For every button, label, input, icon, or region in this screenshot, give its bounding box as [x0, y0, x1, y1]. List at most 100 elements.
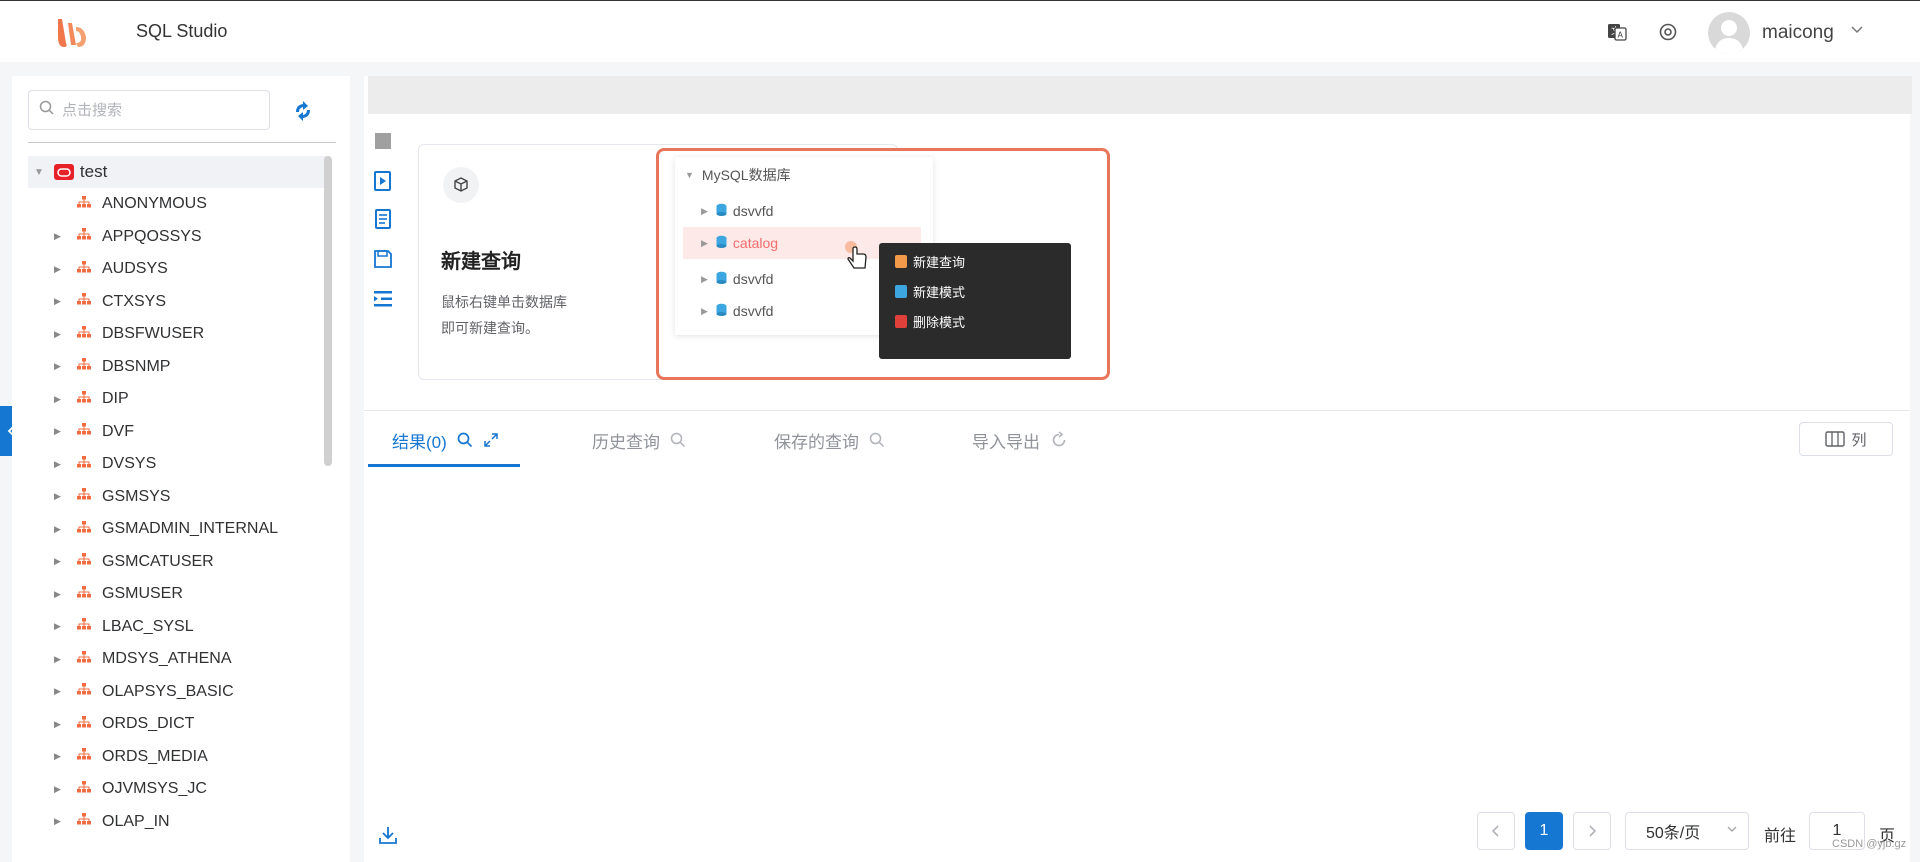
schema-icon	[76, 812, 92, 831]
caret-right-icon[interactable]: ▶	[54, 719, 64, 730]
tree-item[interactable]: ▶ APPQOSSYS	[28, 221, 328, 254]
schema-icon	[76, 390, 92, 409]
tree-item[interactable]: ▶ DVF	[28, 416, 328, 449]
caret-right-icon[interactable]: ▶	[54, 556, 64, 567]
tree-item-label: GSMADMIN_INTERNAL	[102, 520, 279, 538]
expand-icon[interactable]	[483, 432, 499, 448]
schema-icon	[76, 747, 92, 766]
tab-saved-queries[interactable]: 保存的查询	[774, 416, 885, 464]
caret-right-icon[interactable]: ▶	[54, 524, 64, 535]
caret-right-icon[interactable]: ▶	[54, 491, 64, 502]
tree-root[interactable]: ▼ test	[28, 156, 328, 188]
tree-item[interactable]: ▶ GSMCATUSER	[28, 546, 328, 579]
caret-right-icon[interactable]: ▶	[54, 394, 64, 405]
caret-right-icon[interactable]: ▶	[54, 361, 64, 372]
tree-item[interactable]: ▶ LBAC_SYSL	[28, 611, 328, 644]
page-1-button[interactable]: 1	[1525, 812, 1563, 850]
translate-icon[interactable]: 文A	[1606, 21, 1628, 43]
caret-right-icon[interactable]: ▶	[54, 784, 64, 795]
database-icon	[716, 235, 727, 251]
schema-icon	[76, 227, 92, 246]
avatar[interactable]	[1708, 12, 1750, 54]
caret-right-icon[interactable]: ▶	[54, 751, 64, 762]
next-page-button[interactable]	[1573, 812, 1611, 850]
chevron-down-icon[interactable]	[1850, 23, 1864, 40]
tree-item[interactable]: ▶ OLAP_IN	[28, 806, 328, 839]
tree-item[interactable]: ▶ CTXSYS	[28, 286, 328, 319]
tree-item[interactable]: ▶ GSMUSER	[28, 578, 328, 611]
schema-icon	[76, 617, 92, 636]
schema-icon	[76, 715, 92, 734]
tree-item[interactable]: ▶ OJVMSYS_JC	[28, 773, 328, 806]
caret-right-icon[interactable]: ▶	[54, 459, 64, 470]
tree-item[interactable]: ▶ DBSFWUSER	[28, 318, 328, 351]
search-box[interactable]	[28, 90, 270, 130]
caret-down-icon[interactable]: ▼	[34, 167, 44, 178]
schema-icon	[76, 487, 92, 506]
schema-icon	[76, 357, 92, 376]
panel-splitter[interactable]	[364, 410, 1910, 411]
tree-item[interactable]: ▶ DIP	[28, 383, 328, 416]
tree-item[interactable]: ▶ AUDSYS	[28, 253, 328, 286]
caret-right-icon[interactable]: ▶	[54, 231, 64, 242]
tree-item-label: CTXSYS	[102, 292, 167, 310]
tree-item[interactable]: ▶ DBSNMP	[28, 351, 328, 384]
tree-item-label: GSMCATUSER	[102, 552, 214, 570]
tab-import-export[interactable]: 导入导出	[972, 416, 1068, 464]
tree-item[interactable]: ▶ MDSYS_ATHENA	[28, 643, 328, 676]
refresh-icon[interactable]	[290, 98, 316, 124]
tab-results[interactable]: 结果(0)	[392, 416, 499, 464]
caret-right-icon[interactable]: ▶	[54, 686, 64, 697]
search-icon[interactable]	[457, 432, 473, 448]
scrollbar[interactable]	[324, 156, 332, 466]
caret-right-icon[interactable]: ▶	[54, 296, 64, 307]
caret-right-icon[interactable]: ▶	[54, 621, 64, 632]
sidebar: ▼ test ANONYMOUS ▶ APPQOSSYS ▶ AUDSYS ▶ CTXSYS…	[12, 76, 350, 862]
new-schema-icon	[895, 284, 907, 298]
schema-icon	[76, 260, 92, 279]
caret-right-icon[interactable]: ▶	[54, 654, 64, 665]
main-panel: 新建查询 鼠标右键单击数据库 即可新建查询。 ▼ MySQL数据库 ▶ dsvv…	[364, 76, 1912, 862]
page-size-select[interactable]: 50条/页	[1625, 812, 1749, 850]
format-doc-icon[interactable]	[372, 208, 394, 230]
username[interactable]: maicong	[1762, 22, 1834, 44]
stop-icon[interactable]	[372, 130, 394, 152]
watermark: CSDN @yjb.gz	[1832, 838, 1907, 850]
editor-tab-bar	[368, 76, 1912, 114]
caret-right-icon[interactable]: ▶	[54, 264, 64, 275]
prev-page-button[interactable]	[1477, 812, 1515, 850]
app-title: SQL Studio	[136, 21, 228, 41]
schema-icon	[76, 650, 92, 669]
run-icon[interactable]	[372, 170, 394, 192]
tree-item-label: ORDS_MEDIA	[102, 747, 208, 765]
tree-item-label: OLAP_IN	[102, 812, 170, 830]
tree-item[interactable]: ▶ GSMSYS	[28, 481, 328, 514]
tree-item[interactable]: ANONYMOUS	[28, 188, 328, 221]
schema-icon	[76, 552, 92, 571]
search-input[interactable]	[62, 101, 252, 119]
tree-item[interactable]: ▶ GSMADMIN_INTERNAL	[28, 513, 328, 546]
columns-button[interactable]: 列	[1799, 422, 1893, 456]
download-icon[interactable]	[378, 825, 398, 850]
caret-right-icon[interactable]: ▶	[54, 589, 64, 600]
caret-right-icon[interactable]: ▶	[54, 816, 64, 827]
schema-icon	[76, 195, 92, 214]
caret-right-icon[interactable]: ▶	[54, 426, 64, 437]
tree-item-label: OLAPSYS_BASIC	[102, 682, 234, 700]
tree-item[interactable]: ▶ ORDS_DICT	[28, 708, 328, 741]
tree-root-label: test	[79, 162, 108, 181]
tree-item-label: MDSYS_ATHENA	[102, 650, 232, 668]
caret-right-icon[interactable]: ▶	[54, 329, 64, 340]
top-header: SQL Studio 文A maicong	[0, 0, 1920, 62]
tree-item[interactable]: ▶ OLAPSYS_BASIC	[28, 676, 328, 709]
hand-cursor-icon	[843, 241, 871, 276]
guide-demo-image: ▼ MySQL数据库 ▶ dsvvfd ▶ catalog ▶ dsvvfd ▶	[656, 148, 1110, 380]
tree-item[interactable]: ▶ DVSYS	[28, 448, 328, 481]
save-icon[interactable]	[372, 248, 394, 270]
indent-icon[interactable]	[372, 288, 394, 310]
refresh-icon	[1052, 431, 1066, 447]
tree-item-label: LBAC_SYSL	[102, 617, 194, 635]
tree-item[interactable]: ▶ ORDS_MEDIA	[28, 741, 328, 774]
tab-history[interactable]: 历史查询	[592, 416, 686, 464]
settings-icon[interactable]	[1657, 21, 1679, 43]
